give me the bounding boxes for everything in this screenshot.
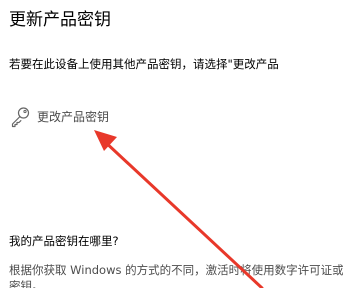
where-is-key-heading: 我的产品密钥在哪里? [9, 234, 119, 248]
settings-page: 更新产品密钥 若要在此设备上使用其他产品密钥，请选择"更改产品 更改产品密钥 我… [0, 0, 343, 288]
where-is-key-description: 根据你获取 Windows 的方式的不同，激活时将使用数字许可证或产品密钥。 [9, 263, 343, 288]
arrow-head [94, 130, 117, 151]
key-icon [11, 107, 30, 128]
intro-text: 若要在此设备上使用其他产品密钥，请选择"更改产品 [9, 57, 279, 71]
change-product-key-link[interactable]: 更改产品密钥 [9, 106, 109, 128]
change-product-key-label: 更改产品密钥 [37, 110, 110, 124]
page-title: 更新产品密钥 [9, 10, 111, 30]
